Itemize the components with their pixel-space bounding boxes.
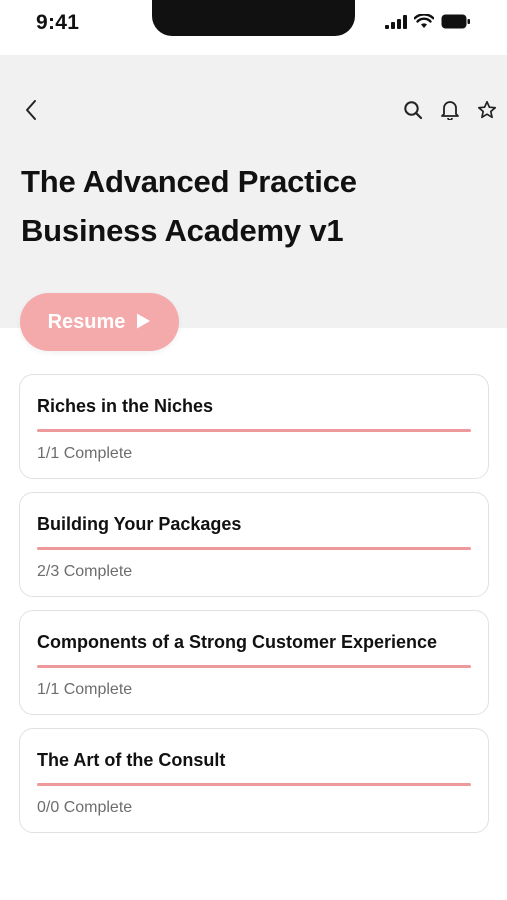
- notifications-button[interactable]: [436, 99, 464, 125]
- favorite-button[interactable]: [473, 99, 501, 125]
- module-completion-status: 1/1 Complete: [37, 445, 133, 462]
- device-notch: [152, 0, 355, 36]
- back-button[interactable]: [18, 99, 44, 125]
- page-title: The Advanced Practice Business Academy v…: [21, 164, 357, 248]
- module-progress-fill: [37, 783, 471, 786]
- course-module-card[interactable]: Building Your Packages 2/3 Complete: [19, 492, 489, 597]
- module-progress-bar: [37, 665, 471, 668]
- module-completion-status: 0/0 Complete: [37, 799, 133, 816]
- course-module-card[interactable]: Riches in the Niches 1/1 Complete: [19, 374, 489, 479]
- module-title: Components of a Strong Customer Experien…: [37, 632, 438, 652]
- course-module-list: Riches in the Niches 1/1 Complete Buildi…: [19, 374, 489, 846]
- module-progress-bar: [37, 547, 471, 550]
- bell-icon: [440, 99, 460, 125]
- module-progress-bar: [37, 429, 471, 432]
- module-completion-status: 1/1 Complete: [37, 681, 133, 698]
- header-actions: [399, 99, 501, 125]
- course-header: The Advanced Practice Business Academy v…: [0, 55, 507, 328]
- module-progress-bar: [37, 783, 471, 786]
- course-module-card[interactable]: Components of a Strong Customer Experien…: [19, 610, 489, 715]
- status-bar: 9:41: [0, 0, 507, 52]
- battery-icon: [441, 14, 471, 34]
- star-icon: [477, 100, 497, 125]
- course-module-card[interactable]: The Art of the Consult 0/0 Complete: [19, 728, 489, 833]
- wifi-icon: [413, 13, 435, 34]
- status-time: 9:41: [36, 11, 80, 34]
- search-icon: [403, 100, 423, 125]
- resume-label: Resume: [47, 310, 126, 333]
- module-title: Riches in the Niches: [37, 396, 214, 416]
- signal-icon: [385, 14, 407, 34]
- chevron-left-icon: [24, 99, 38, 126]
- module-title: The Art of the Consult: [37, 750, 226, 770]
- module-progress-fill: [37, 429, 471, 432]
- play-icon: [135, 312, 151, 333]
- module-title: Building Your Packages: [37, 514, 242, 534]
- module-progress-fill: [37, 547, 471, 550]
- resume-button[interactable]: Resume: [20, 293, 179, 351]
- module-completion-status: 2/3 Complete: [37, 563, 133, 580]
- module-progress-fill: [37, 665, 471, 668]
- search-button[interactable]: [399, 99, 427, 125]
- status-icons: [385, 13, 471, 34]
